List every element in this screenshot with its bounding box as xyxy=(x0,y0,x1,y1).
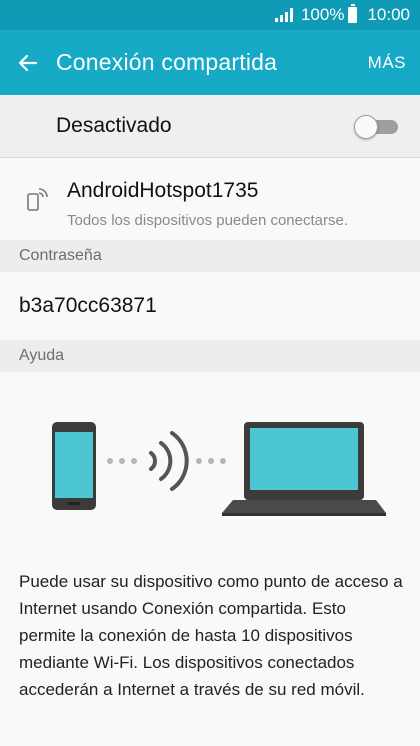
hotspot-switch[interactable] xyxy=(354,115,398,139)
battery-percent: 100% xyxy=(300,5,345,24)
help-description: Puede usar su dispositivo como punto de … xyxy=(19,572,403,699)
network-subtitle: Todos los dispositivos pueden conectarse… xyxy=(67,212,349,229)
network-ssid: AndroidHotspot1735 xyxy=(67,179,259,202)
app-bar: Conexión compartida MÁS xyxy=(0,30,420,95)
dots-left-icon xyxy=(107,458,137,464)
wifi-signal-icon xyxy=(149,431,189,491)
password-row[interactable]: b3a70cc63871 xyxy=(0,272,420,340)
hotspot-toggle-label: Desactivado xyxy=(56,114,172,137)
back-button[interactable] xyxy=(0,30,56,95)
page-title: Conexión compartida xyxy=(56,49,278,75)
arrow-back-icon xyxy=(18,54,38,71)
phone-wifi-icon xyxy=(27,188,48,211)
phone-icon xyxy=(52,422,96,510)
help-section-header: Ayuda xyxy=(0,340,420,372)
more-button[interactable]: MÁS xyxy=(368,53,420,73)
hotspot-toggle-row[interactable]: Desactivado xyxy=(0,95,420,158)
password-section-header: Contraseña xyxy=(0,240,420,272)
signal-icon xyxy=(274,8,293,22)
battery-icon xyxy=(348,4,358,23)
dots-right-icon xyxy=(196,458,226,464)
status-bar: 100% 10:00 xyxy=(0,0,420,30)
clock: 10:00 xyxy=(367,5,410,24)
network-info-row[interactable]: AndroidHotspot1735 Todos los dispositivo… xyxy=(0,159,420,240)
hotspot-illustration xyxy=(52,422,386,516)
laptop-icon xyxy=(222,422,386,516)
password-value: b3a70cc63871 xyxy=(19,294,157,317)
